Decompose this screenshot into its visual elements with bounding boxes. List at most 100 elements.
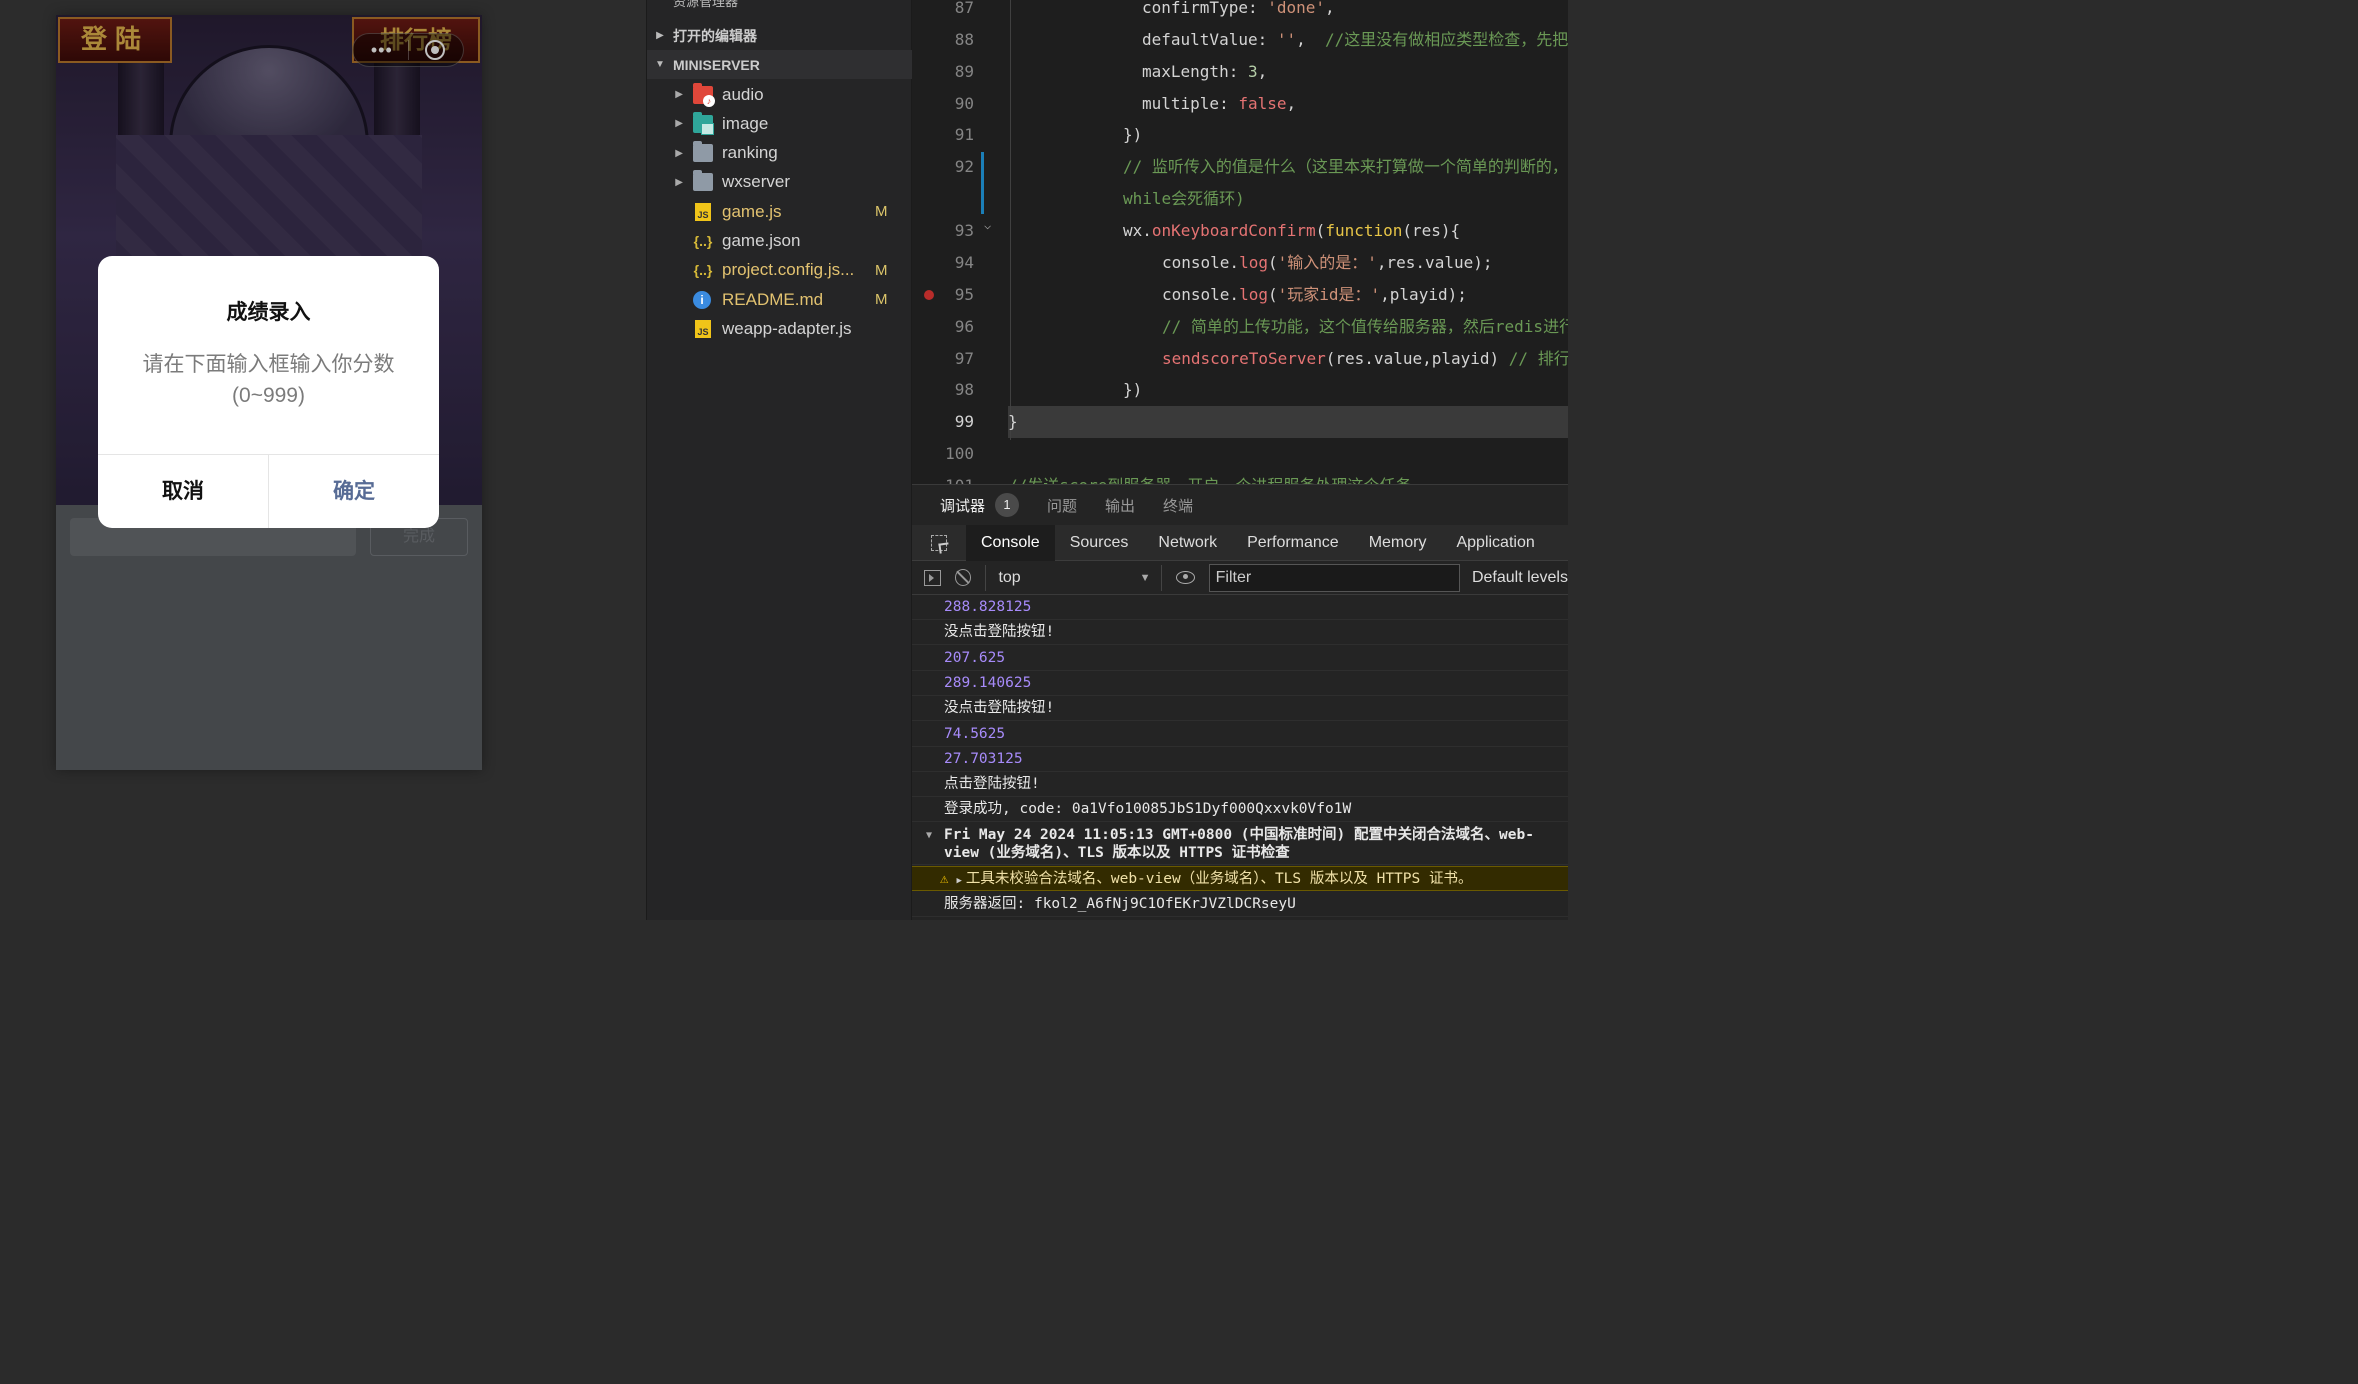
code-editor[interactable]: 87 88 89 90 91 92 93 94 95 96 97 98 99 100 101 ⌵ confir… [912, 0, 1568, 484]
panel-tab-label: 调试器 [940, 497, 986, 515]
file-name: wxserver [722, 172, 791, 192]
chevron-down-icon: ▼ [655, 59, 665, 70]
line-number-gutter[interactable]: 87 88 89 90 91 92 93 94 95 96 97 98 99 100 101 ⌵ [912, 0, 992, 484]
tree-item-readme-md[interactable]: i README.md M [647, 285, 913, 314]
console-message[interactable]: 288.828125 [912, 595, 1568, 620]
console-message-text: Fri May 24 2024 11:05:13 GMT+0800 (中国标准时… [944, 826, 1534, 861]
code-line: confirmType: 'done', [1142, 0, 1335, 17]
line-number: 99 [954, 412, 974, 431]
console-message-text: 74.5625 [944, 725, 1006, 742]
score-modal: 成绩录入 请在下面输入框输入你分数(0~999) 取消 确定 [98, 256, 439, 528]
live-expression-eye-icon[interactable] [1175, 571, 1195, 584]
devtools-tab-console[interactable]: Console [966, 524, 1055, 561]
console-message[interactable]: 207.625 [912, 646, 1568, 671]
chevron-down-icon[interactable]: ⌵ [984, 218, 991, 232]
console-message[interactable]: ⚠ ▶ 工具未校验合法域名、web-view（业务域名）、TLS 版本以及 HTTP… [912, 865, 1568, 891]
devtools-tab-memory[interactable]: Memory [1354, 525, 1442, 561]
devtools-tab-performance[interactable]: Performance [1232, 525, 1354, 561]
clear-console-icon[interactable] [955, 569, 972, 586]
console-message-text: 289.140625 [944, 674, 1032, 691]
console-message[interactable]: 74.5625 [912, 722, 1568, 747]
modal-title: 成绩录入 [226, 301, 311, 324]
debugger-badge: 1 [995, 493, 1020, 517]
log-levels-select[interactable]: Default levels [1472, 569, 1568, 587]
info-icon: i [693, 290, 711, 309]
project-section[interactable]: ▼ MINISERVER [647, 50, 913, 79]
line-number: 100 [945, 444, 974, 463]
chevron-down-icon[interactable]: ▼ [926, 827, 932, 845]
code-line: multiple: false, [1142, 94, 1297, 113]
context-select[interactable]: top ▼ [985, 564, 1162, 591]
code-line: // 简单的上传功能，这个值传给服务器，然后redis进行 [1162, 317, 1568, 336]
code-line: }) [1123, 125, 1143, 144]
code-line: while会死循环) [1123, 189, 1245, 208]
image-folder-icon [693, 111, 714, 135]
devtools-tab-application[interactable]: Application [1441, 525, 1549, 561]
console-message[interactable]: 289.140625 [912, 671, 1568, 696]
modal-cancel-button[interactable]: 取消 [98, 455, 269, 528]
chevron-right-icon[interactable]: ▶ [956, 876, 961, 886]
tree-item-game-js[interactable]: JS game.js M [647, 197, 913, 226]
console-message[interactable]: 登录成功, code: 0a1Vfo10085JbS1Dyf000Qxxvk0V… [912, 797, 1568, 823]
panel-tab-1[interactable]: 问题 [1047, 495, 1077, 516]
chevron-right-icon: ▶ [675, 118, 683, 130]
tree-item-game-json[interactable]: {..} game.json [647, 227, 913, 256]
devtools-tabs: Console Sources Network Performance Memory Ap… [912, 524, 1568, 561]
console-log-list[interactable]: 288.828125 没点击登陆按钮! 207.625 289.140625 没点击登陆… [912, 595, 1568, 920]
tree-item-audio[interactable]: ▶ audio [647, 80, 913, 109]
modified-badge: M [875, 261, 888, 279]
modal-confirm-button[interactable]: 确定 [269, 455, 439, 528]
console-message[interactable]: 没点击登陆按钮! [912, 696, 1568, 722]
code-line: maxLength: 3, [1142, 62, 1268, 81]
current-line-highlight [1008, 406, 1568, 438]
console-message-text: 工具未校验合法域名、web-view（业务域名）、TLS 版本以及 HTTPS … [965, 870, 1473, 887]
console-message[interactable]: ▼ Fri May 24 2024 11:05:13 GMT+0800 (中国标准… [912, 823, 1568, 865]
file-name: ranking [722, 143, 778, 163]
simulator-screen[interactable]: 登陆 排行榜 ••• 完成 成绩录入 请在下面输入框输入你分数(0~999) 取… [56, 15, 482, 770]
chevron-right-icon: ▶ [675, 89, 683, 100]
console-message-text: 没点击登陆按钮! [944, 700, 1055, 717]
devtools-tab-sources[interactable]: Sources [1055, 525, 1144, 561]
file-name: project.config.js... [722, 260, 855, 280]
console-message-text: 登录成功, code: 0a1Vfo10085JbS1Dyf000Qxxvk0V… [944, 801, 1352, 818]
inspect-element-icon[interactable] [912, 534, 966, 551]
panel-tab-0[interactable]: 调试器 1 [940, 493, 1020, 527]
open-editors-label: 打开的编辑器 [673, 27, 757, 44]
json-file-icon: {..} [693, 262, 713, 279]
line-number: 87 [954, 0, 974, 17]
dropdown-caret-icon: ▼ [1139, 571, 1151, 584]
line-number: 90 [954, 94, 974, 113]
console-toolbar: top ▼ Default levels [912, 561, 1568, 595]
tree-item-project-config-js-[interactable]: {..} project.config.js... M [647, 256, 913, 285]
audio-folder-icon [693, 82, 715, 107]
tree-item-image[interactable]: ▶ image [647, 109, 913, 138]
modified-badge: M [875, 203, 888, 221]
folder-icon [693, 141, 713, 163]
line-number: 101 [912, 476, 974, 484]
console-message[interactable]: 没点击登陆按钮! [912, 620, 1568, 646]
devtools-tab-network[interactable]: Network [1143, 525, 1232, 561]
console-message[interactable]: 服务器返回: fkol2_A6fNj9C1OfEKrJVZlDCRseyU [912, 892, 1568, 917]
console-message[interactable]: 27.703125 [912, 747, 1568, 772]
line-number: 96 [954, 317, 974, 336]
line-number: 88 [954, 30, 974, 49]
sidebar-toggle-icon[interactable] [924, 569, 942, 586]
console-filter-input[interactable] [1208, 563, 1460, 592]
line-number: 94 [954, 253, 974, 272]
file-name: audio [722, 84, 764, 104]
tree-item-ranking[interactable]: ▶ ranking [647, 139, 913, 168]
line-number: 91 [954, 125, 974, 144]
breakpoint-icon[interactable] [924, 290, 934, 300]
tree-item-wxserver[interactable]: ▶ wxserver [647, 168, 913, 197]
panel-tab-3[interactable]: 终端 [1163, 495, 1193, 516]
open-editors-section[interactable]: ▶ 打开的编辑器 [647, 21, 913, 50]
panel-tab-2[interactable]: 输出 [1105, 495, 1135, 516]
console-message[interactable]: 点击登陆按钮! [912, 772, 1568, 798]
js-file-icon: JS [695, 319, 711, 338]
code-line: //发送score到服务器，开启一个进程服务处理这个任务 [1008, 470, 1411, 484]
modified-badge: M [875, 291, 888, 309]
indent-guide [1010, 0, 1011, 440]
console-message-text: 207.625 [944, 649, 1006, 666]
tree-item-weapp-adapter-js[interactable]: JS weapp-adapter.js [647, 314, 913, 343]
console-message-text: 点击登陆按钮! [944, 776, 1040, 793]
